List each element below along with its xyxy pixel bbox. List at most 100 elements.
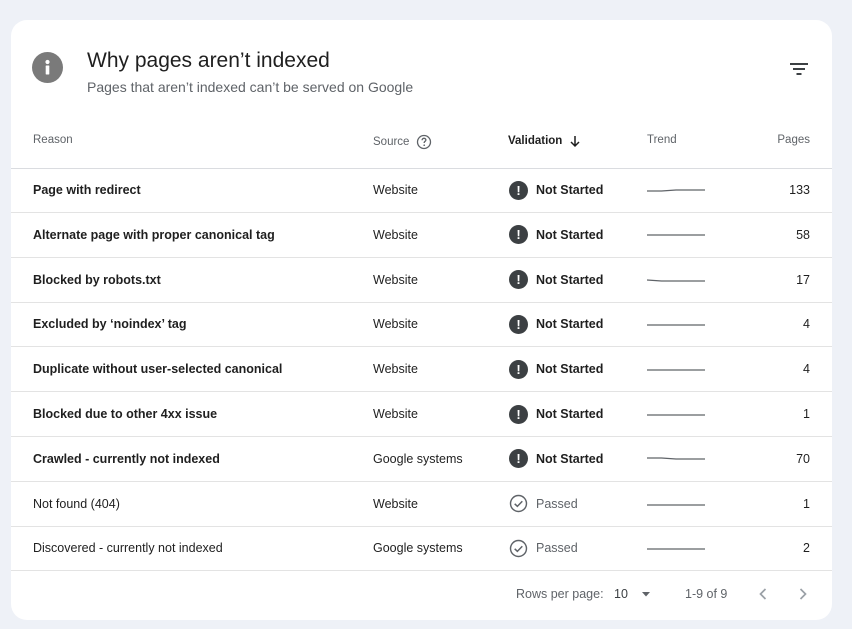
validation-status: Not Started bbox=[536, 362, 604, 377]
validation-cell: ! Not Started bbox=[509, 168, 603, 212]
filter-icon bbox=[790, 63, 808, 75]
table-row[interactable]: Alternate page with proper canonical tag… bbox=[11, 213, 832, 258]
source-cell: Website bbox=[373, 183, 418, 197]
page-subtitle: Pages that aren’t indexed can’t be serve… bbox=[87, 79, 414, 95]
validation-cell: ! Not Started bbox=[509, 258, 603, 302]
pages-count: 58 bbox=[796, 227, 810, 242]
pages-count: 4 bbox=[803, 362, 810, 377]
pages-count: 1 bbox=[803, 407, 810, 421]
trend-sparkline bbox=[647, 457, 705, 460]
validation-cell: Passed bbox=[509, 526, 578, 570]
pages-count: 2 bbox=[803, 541, 810, 556]
alert-icon: ! bbox=[509, 180, 528, 200]
reason-cell: Duplicate without user-selected canonica… bbox=[33, 362, 283, 377]
column-header-source-label: Source bbox=[373, 136, 410, 148]
trend-sparkline bbox=[647, 278, 705, 282]
pages-count: 70 bbox=[796, 451, 810, 466]
reason-cell: Discovered - currently not indexed bbox=[33, 541, 223, 556]
info-icon bbox=[32, 52, 63, 83]
column-header-validation-label: Validation bbox=[508, 135, 563, 147]
source-cell: Google systems bbox=[373, 541, 463, 556]
reason-cell: Blocked by robots.txt bbox=[33, 272, 161, 287]
table-row[interactable]: Duplicate without user-selected canonica… bbox=[11, 347, 832, 393]
reason-cell: Blocked due to other 4xx issue bbox=[33, 407, 218, 421]
arrow-down-icon bbox=[570, 136, 580, 148]
trend-cell bbox=[647, 168, 707, 212]
help-icon[interactable] bbox=[416, 134, 432, 150]
table-row[interactable]: Page with redirect Website! Not Started 133 bbox=[11, 168, 832, 213]
table-row[interactable]: Not found (404) Website Passed 1 bbox=[11, 482, 832, 527]
column-header-reason[interactable]: Reason bbox=[33, 134, 73, 146]
pagination-range: 1-9 of 9 bbox=[685, 587, 728, 601]
alert-icon: ! bbox=[509, 270, 528, 290]
index-coverage-card: Why pages aren’t indexed Pages that aren… bbox=[11, 20, 832, 620]
validation-status: Not Started bbox=[536, 183, 604, 197]
trend-cell bbox=[647, 526, 707, 570]
validation-status: Not Started bbox=[536, 451, 604, 466]
trend-cell bbox=[647, 213, 707, 257]
source-cell: Website bbox=[373, 362, 418, 377]
trend-sparkline bbox=[647, 548, 705, 551]
pages-count: 133 bbox=[789, 183, 810, 197]
rows-per-page-label: Rows per page: bbox=[516, 587, 604, 601]
alert-icon: ! bbox=[509, 314, 528, 334]
column-header-validation[interactable]: Validation bbox=[508, 134, 582, 148]
source-cell: Google systems bbox=[373, 451, 463, 466]
table-row[interactable]: Excluded by ‘noindex’ tag Website! Not Sta… bbox=[11, 302, 832, 348]
table-row[interactable]: Discovered - currently not indexed Google… bbox=[11, 526, 832, 572]
rows-per-page-select[interactable]: 10 bbox=[614, 576, 652, 612]
rows-per-page-value: 10 bbox=[614, 587, 628, 601]
validation-cell: ! Not Started bbox=[509, 213, 603, 257]
previous-page-button[interactable] bbox=[751, 582, 775, 606]
validation-cell: ! Not Started bbox=[509, 302, 603, 346]
table-row[interactable]: Crawled - currently not indexed Google sy… bbox=[11, 437, 832, 482]
validation-cell: ! Not Started bbox=[509, 392, 603, 436]
next-page-button[interactable] bbox=[791, 582, 815, 606]
column-header-pages[interactable]: Pages bbox=[777, 134, 810, 146]
alert-icon: ! bbox=[509, 359, 528, 379]
validation-cell: ! Not Started bbox=[509, 347, 603, 391]
table-row[interactable]: Blocked by robots.txt Website! Not Started… bbox=[11, 258, 832, 303]
reason-cell: Alternate page with proper canonical tag bbox=[33, 227, 275, 242]
trend-sparkline bbox=[647, 324, 705, 327]
trend-sparkline bbox=[647, 369, 705, 371]
alert-icon: ! bbox=[509, 404, 528, 424]
reason-cell: Not found (404) bbox=[33, 496, 120, 511]
trend-sparkline bbox=[647, 234, 705, 236]
column-header-trend: Trend bbox=[647, 134, 677, 146]
validation-status: Not Started bbox=[536, 227, 604, 242]
validation-status: Passed bbox=[536, 541, 578, 556]
chevron-right-icon bbox=[799, 588, 807, 600]
validation-status: Passed bbox=[536, 496, 578, 511]
pages-count: 1 bbox=[803, 496, 810, 511]
column-header-source[interactable]: Source bbox=[373, 134, 432, 150]
reason-cell: Crawled - currently not indexed bbox=[33, 451, 220, 466]
table-row[interactable]: Blocked due to other 4xx issue Website ! No… bbox=[11, 392, 832, 437]
check-circle-icon bbox=[509, 539, 528, 558]
dropdown-arrow-icon bbox=[641, 592, 650, 597]
filter-button[interactable] bbox=[787, 57, 811, 81]
alert-icon: ! bbox=[509, 225, 528, 245]
validation-status: Not Started bbox=[536, 317, 604, 332]
pages-count: 17 bbox=[796, 272, 810, 287]
trend-cell bbox=[647, 258, 707, 302]
alert-icon: ! bbox=[509, 449, 528, 469]
reason-cell: Excluded by ‘noindex’ tag bbox=[33, 317, 187, 332]
source-cell: Website bbox=[373, 407, 418, 421]
column-header-pages-label: Pages bbox=[777, 134, 810, 146]
reason-cell: Page with redirect bbox=[33, 183, 141, 197]
trend-cell bbox=[647, 392, 707, 436]
trend-cell bbox=[647, 347, 707, 391]
validation-status: Not Started bbox=[536, 272, 604, 287]
trend-cell bbox=[647, 482, 707, 526]
source-cell: Website bbox=[373, 317, 418, 332]
table-footer: Rows per page: 10 1-9 of 9 bbox=[11, 576, 832, 612]
source-cell: Website bbox=[373, 272, 418, 287]
source-cell: Website bbox=[373, 496, 418, 511]
trend-cell bbox=[647, 302, 707, 346]
column-header-trend-label: Trend bbox=[647, 134, 677, 146]
chevron-left-icon bbox=[759, 588, 767, 600]
page-title: Why pages aren’t indexed bbox=[87, 49, 330, 72]
trend-sparkline bbox=[647, 189, 705, 192]
pages-count: 4 bbox=[803, 317, 810, 332]
